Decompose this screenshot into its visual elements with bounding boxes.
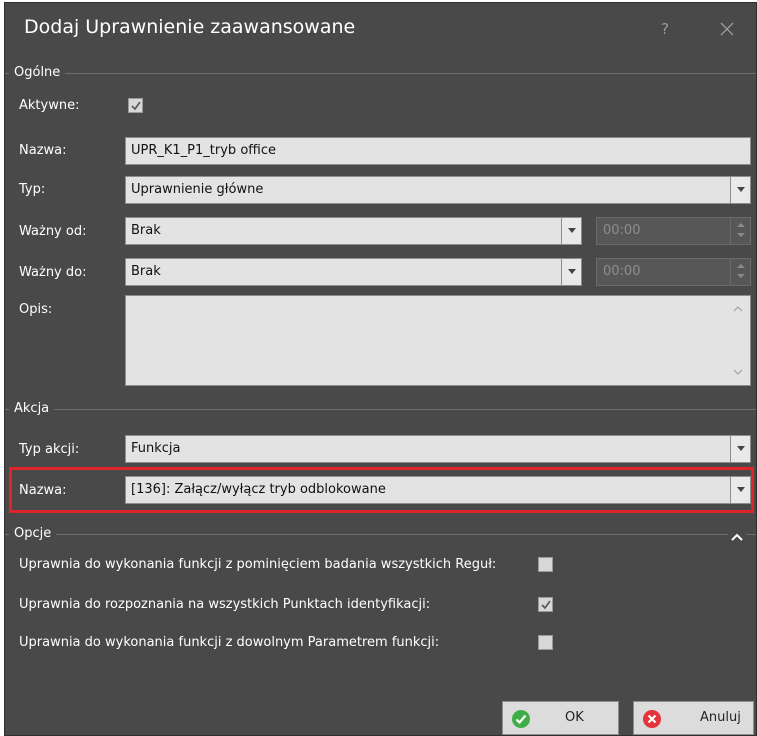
name-input[interactable]: UPR_K1_P1_tryb office xyxy=(125,137,751,165)
option-ignore-rules-label: Uprawnia do wykonania funkcji z pominięc… xyxy=(19,557,497,572)
cancel-icon xyxy=(643,710,661,728)
name-label: Nazwa: xyxy=(19,143,67,158)
action-type-select[interactable]: Funkcja xyxy=(125,435,751,463)
description-textarea[interactable] xyxy=(125,295,751,386)
ok-button[interactable]: OK xyxy=(502,701,619,735)
valid-to-select[interactable]: Brak xyxy=(125,258,582,286)
time-spinner-icon xyxy=(730,259,750,285)
group-action-title: Akcja xyxy=(9,400,55,418)
time-spinner-icon xyxy=(730,218,750,244)
action-type-value: Funkcja xyxy=(131,441,181,456)
action-name-value: [136]: Załącz/wyłącz tryb odblokowane xyxy=(131,482,386,497)
dialog-window: Dodaj Uprawnienie zaawansowane ? Ogólne … xyxy=(4,2,757,736)
option-all-points-label: Uprawnia do rozpoznania na wszystkich Pu… xyxy=(19,597,431,612)
chevron-down-icon[interactable] xyxy=(730,436,750,462)
type-label: Typ: xyxy=(19,182,46,197)
active-checkbox[interactable] xyxy=(128,98,143,113)
chevron-up-icon[interactable] xyxy=(728,531,746,541)
valid-from-select[interactable]: Brak xyxy=(125,217,582,245)
chevron-down-icon[interactable] xyxy=(730,477,750,503)
valid-from-value: Brak xyxy=(131,223,161,238)
cancel-button[interactable]: Anuluj xyxy=(633,701,754,735)
group-general-header: Ogólne xyxy=(5,63,756,83)
scroll-down-icon[interactable] xyxy=(732,367,744,377)
option-any-parameter-checkbox[interactable] xyxy=(538,635,553,650)
description-label: Opis: xyxy=(19,302,53,317)
type-select[interactable]: Uprawnienie główne xyxy=(125,176,751,204)
type-select-value: Uprawnienie główne xyxy=(131,182,264,197)
chevron-down-icon[interactable] xyxy=(561,218,581,244)
action-type-label: Typ akcji: xyxy=(19,442,80,457)
valid-from-label: Ważny od: xyxy=(19,224,87,239)
action-name-select[interactable]: [136]: Załącz/wyłącz tryb odblokowane xyxy=(125,476,751,504)
valid-to-time-input: 00:00 xyxy=(596,258,751,286)
valid-to-value: Brak xyxy=(131,264,161,279)
group-general-title: Ogólne xyxy=(9,64,66,82)
title-bar[interactable]: Dodaj Uprawnienie zaawansowane ? xyxy=(5,3,756,55)
ok-button-label: OK xyxy=(565,710,584,725)
option-ignore-rules-checkbox[interactable] xyxy=(538,557,553,572)
close-icon[interactable] xyxy=(715,17,739,41)
valid-from-time: 00:00 xyxy=(603,223,641,238)
dialog-title: Dodaj Uprawnienie zaawansowane xyxy=(24,16,356,38)
help-icon[interactable]: ? xyxy=(655,19,675,39)
group-action-header: Akcja xyxy=(5,399,756,419)
group-options-title: Opcje xyxy=(9,525,57,543)
action-name-label: Nazwa: xyxy=(19,483,67,498)
option-any-parameter-label: Uprawnia do wykonania funkcji z dowolnym… xyxy=(19,635,440,650)
option-all-points-checkbox[interactable] xyxy=(538,597,553,612)
scroll-up-icon[interactable] xyxy=(732,304,744,314)
valid-from-time-input: 00:00 xyxy=(596,217,751,245)
active-label: Aktywne: xyxy=(19,98,80,113)
group-options-header: Opcje xyxy=(5,524,756,544)
check-icon xyxy=(512,710,530,728)
valid-to-label: Ważny do: xyxy=(19,265,87,280)
valid-to-time: 00:00 xyxy=(603,264,641,279)
chevron-down-icon[interactable] xyxy=(730,177,750,203)
chevron-down-icon[interactable] xyxy=(561,259,581,285)
cancel-button-label: Anuluj xyxy=(700,710,741,725)
